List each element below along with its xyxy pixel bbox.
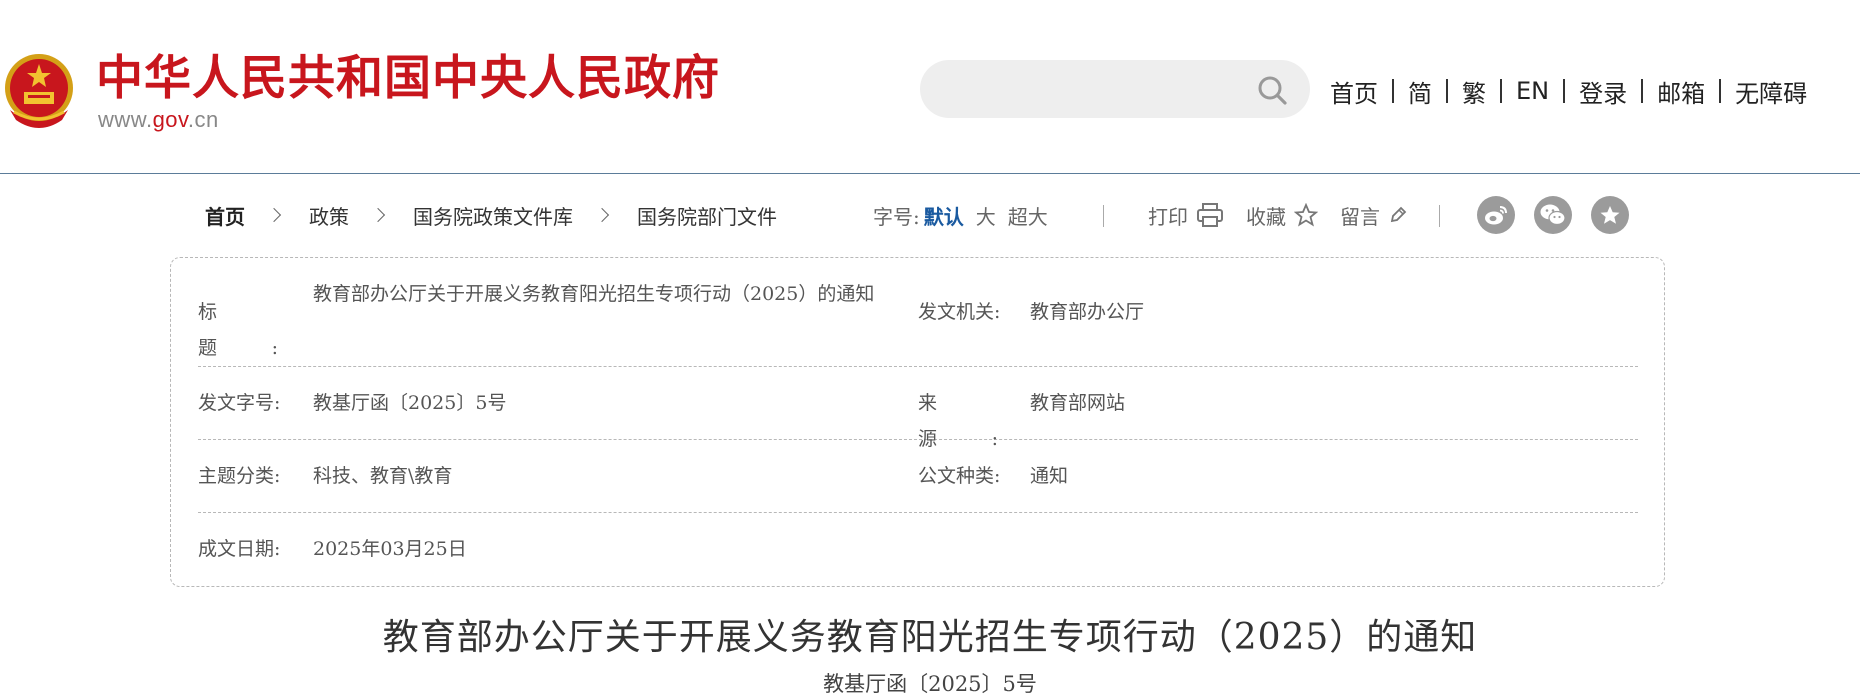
nav-traditional[interactable]: 繁 — [1462, 74, 1486, 109]
date-label: 成文日期: — [198, 538, 281, 560]
nav-separator — [1563, 79, 1566, 103]
nav-home[interactable]: 首页 — [1330, 74, 1378, 109]
nav-accessibility[interactable]: 无障碍 — [1735, 74, 1807, 109]
title-label: 标 题: — [198, 301, 278, 359]
breadcrumb-policy-library[interactable]: 国务院政策文件库 — [413, 201, 573, 230]
breadcrumb-department-docs[interactable]: 国务院部门文件 — [637, 201, 777, 230]
issuer-value: 教育部办公厅 — [1030, 301, 1145, 323]
divider — [1103, 205, 1104, 227]
pencil-icon — [1390, 206, 1407, 223]
info-row: 成文日期: 2025年03月25日 — [198, 513, 1638, 586]
info-row: 发文字号: 教基厅函〔2025〕5号 来 源: 教育部网站 — [198, 367, 1638, 450]
site-header: 中华人民共和国中央人民政府 www.gov.cn 首页 简 繁 EN 登录 邮箱… — [0, 0, 1860, 174]
topic-label: 主题分类: — [198, 465, 281, 487]
share-bar — [1477, 195, 1648, 235]
title-value: 教育部办公厅关于开展义务教育阳光招生专项行动（2025）的通知 — [313, 283, 875, 305]
search-icon[interactable] — [1256, 74, 1288, 106]
document-info-table: 标 题: 教育部办公厅关于开展义务教育阳光招生专项行动（2025）的通知 发文机… — [170, 257, 1665, 587]
issuer-label: 发文机关: — [918, 301, 1001, 323]
chevron-right-icon — [594, 207, 610, 223]
share-weibo-button[interactable] — [1477, 196, 1515, 234]
share-wechat-button[interactable] — [1534, 196, 1572, 234]
font-size-xlarge[interactable]: 超大 — [1008, 201, 1048, 230]
search-input[interactable] — [942, 60, 1242, 118]
breadcrumb-policy[interactable]: 政策 — [309, 201, 349, 230]
nav-english[interactable]: EN — [1516, 77, 1549, 105]
nav-mail[interactable]: 邮箱 — [1657, 74, 1705, 109]
wechat-icon — [1540, 204, 1566, 226]
doc-type-label: 公文种类: — [918, 465, 1001, 487]
page-tools: 打印 收藏 留言 — [1148, 195, 1430, 235]
comment-button[interactable]: 留言 — [1340, 201, 1408, 230]
font-size-label: 字号: — [873, 204, 920, 229]
weibo-icon — [1485, 206, 1507, 225]
site-title[interactable]: 中华人民共和国中央人民政府 — [96, 50, 720, 108]
printer-icon — [1197, 203, 1223, 227]
favorite-label: 收藏 — [1246, 204, 1286, 229]
national-emblem-icon[interactable] — [2, 50, 76, 132]
document-number: 教基厅函〔2025〕5号 — [823, 672, 1037, 696]
domain-gov: gov — [152, 107, 188, 132]
nav-login[interactable]: 登录 — [1579, 74, 1627, 109]
search-box — [920, 60, 1310, 118]
info-row: 主题分类: 科技、教育\教育 公文种类: 通知 — [198, 440, 1638, 513]
star-outline-icon — [1294, 203, 1318, 227]
nav-simplified[interactable]: 简 — [1408, 74, 1432, 109]
domain-suffix: .cn — [187, 107, 219, 132]
comment-label: 留言 — [1340, 204, 1380, 229]
favorite-star-icon — [1600, 206, 1620, 224]
chevron-right-icon — [266, 207, 282, 223]
document-title: 教育部办公厅关于开展义务教育阳光招生专项行动（2025）的通知 — [382, 617, 1478, 658]
divider — [1439, 205, 1440, 227]
nav-separator — [1446, 79, 1448, 103]
nav-separator — [1719, 79, 1722, 103]
nav-separator — [1641, 79, 1644, 103]
font-size-default[interactable]: 默认 — [924, 201, 964, 230]
share-favorite-button[interactable] — [1591, 196, 1629, 234]
breadcrumb-home[interactable]: 首页 — [205, 201, 245, 230]
date-value: 2025年03月25日 — [313, 538, 467, 560]
doc-type-value: 通知 — [1030, 465, 1069, 487]
info-row: 标 题: 教育部办公厅关于开展义务教育阳光招生专项行动（2025）的通知 发文机… — [198, 258, 1638, 367]
breadcrumb: 首页 政策 国务院政策文件库 国务院部门文件 — [205, 195, 777, 235]
domain-prefix: www. — [98, 107, 153, 132]
doc-number-value: 教基厅函〔2025〕5号 — [313, 392, 507, 414]
font-size-switcher: 字号: 默认 大 超大 — [873, 195, 1048, 235]
site-domain[interactable]: www.gov.cn — [98, 107, 219, 133]
source-value: 教育部网站 — [1030, 392, 1126, 414]
chevron-right-icon — [370, 207, 386, 223]
nav-separator — [1500, 79, 1502, 103]
topic-value: 科技、教育\教育 — [313, 465, 453, 487]
nav-separator — [1392, 79, 1394, 103]
font-size-large[interactable]: 大 — [976, 201, 996, 230]
print-label: 打印 — [1148, 204, 1188, 229]
doc-number-label: 发文字号: — [198, 392, 281, 414]
favorite-button[interactable]: 收藏 — [1246, 201, 1318, 230]
top-nav: 首页 简 繁 EN 登录 邮箱 无障碍 — [1330, 74, 1807, 108]
print-button[interactable]: 打印 — [1148, 201, 1224, 230]
